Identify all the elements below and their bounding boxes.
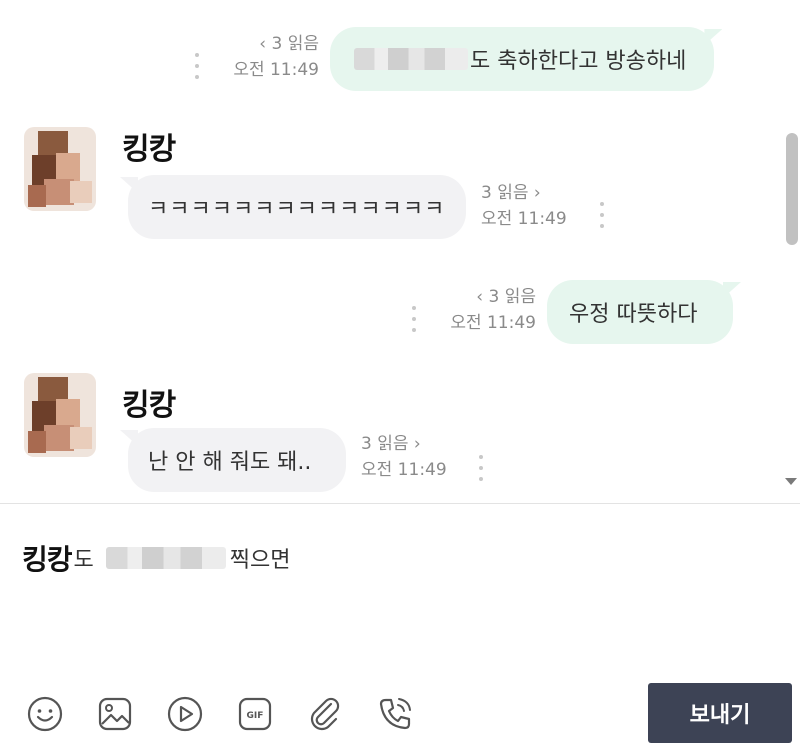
chevron-right-icon: › <box>533 183 541 203</box>
gif-label: GIF <box>247 711 264 721</box>
chat-message-area: ‹ 3 읽음 오전 11:49 도 축하한다고 방송하네 킹캉 ㅋㅋㅋㅋㅋㅋㅋㅋ… <box>0 0 800 503</box>
sender-name: 킹캉 <box>122 388 176 423</box>
message-menu-icon[interactable] <box>194 53 200 79</box>
blurred-name <box>354 48 468 70</box>
message-time: 오전 11:49 <box>361 460 447 480</box>
message-meta: 3 읽음 › 오전 11:49 <box>361 431 447 483</box>
read-count[interactable]: ‹ 3 읽음 <box>450 284 536 310</box>
input-text-suffix: 찍으면 <box>229 548 291 573</box>
message-menu-icon[interactable] <box>599 202 605 228</box>
avatar[interactable] <box>24 127 96 211</box>
message-text: 난 안 해 줘도 돼.. <box>148 450 312 475</box>
mention-tag: 킹캉 <box>22 543 73 576</box>
send-button[interactable]: 보내기 <box>648 683 792 743</box>
chevron-left-icon: ‹ <box>476 287 484 307</box>
message-menu-icon[interactable] <box>411 306 417 332</box>
composer-toolbar: GIF <box>0 694 640 734</box>
message-time: 오전 11:49 <box>481 209 567 229</box>
message-text: ㅋㅋㅋㅋㅋㅋㅋㅋㅋㅋㅋㅋㅋㅋ <box>148 197 446 222</box>
avatar[interactable] <box>24 373 96 457</box>
message-bubble-received[interactable]: 난 안 해 줘도 돼.. <box>128 428 346 492</box>
call-icon[interactable] <box>375 694 415 734</box>
scroll-down-arrow-icon[interactable] <box>785 478 797 485</box>
message-bubble-sent[interactable]: 도 축하한다고 방송하네 <box>330 27 715 91</box>
gif-icon[interactable]: GIF <box>235 694 275 734</box>
read-count[interactable]: 3 읽음 › <box>361 431 447 457</box>
message-text: 도 축하한다고 방송하네 <box>470 49 687 74</box>
message-bubble-sent[interactable]: 우정 따뜻하다 <box>547 280 733 344</box>
message-bubble-received[interactable]: ㅋㅋㅋㅋㅋㅋㅋㅋㅋㅋㅋㅋㅋㅋ <box>128 175 466 239</box>
attachment-icon[interactable] <box>305 694 345 734</box>
message-time: 오전 11:49 <box>233 60 319 80</box>
scrollbar-thumb[interactable] <box>786 133 798 245</box>
message-time: 오전 11:49 <box>450 313 536 333</box>
chevron-left-icon: ‹ <box>259 34 267 54</box>
sender-name: 킹캉 <box>122 132 176 167</box>
blurred-text <box>105 547 226 569</box>
message-meta: ‹ 3 읽음 오전 11:49 <box>233 31 319 83</box>
message-meta: ‹ 3 읽음 오전 11:49 <box>450 284 536 336</box>
video-icon[interactable] <box>165 694 205 734</box>
read-count[interactable]: 3 읽음 › <box>481 180 567 206</box>
scrollbar[interactable] <box>784 0 800 503</box>
read-count[interactable]: ‹ 3 읽음 <box>233 31 319 57</box>
message-composer[interactable]: 킹캉 도 찍으면 GIF 보내기 <box>0 504 800 753</box>
message-text: 우정 따뜻하다 <box>569 302 698 327</box>
input-text-particle: 도 <box>73 548 94 573</box>
chevron-right-icon: › <box>413 434 421 454</box>
message-menu-icon[interactable] <box>478 455 484 481</box>
message-meta: 3 읽음 › 오전 11:49 <box>481 180 567 232</box>
message-input[interactable]: 킹캉 도 찍으면 <box>22 538 291 578</box>
image-icon[interactable] <box>95 694 135 734</box>
smiley-icon[interactable] <box>25 694 65 734</box>
